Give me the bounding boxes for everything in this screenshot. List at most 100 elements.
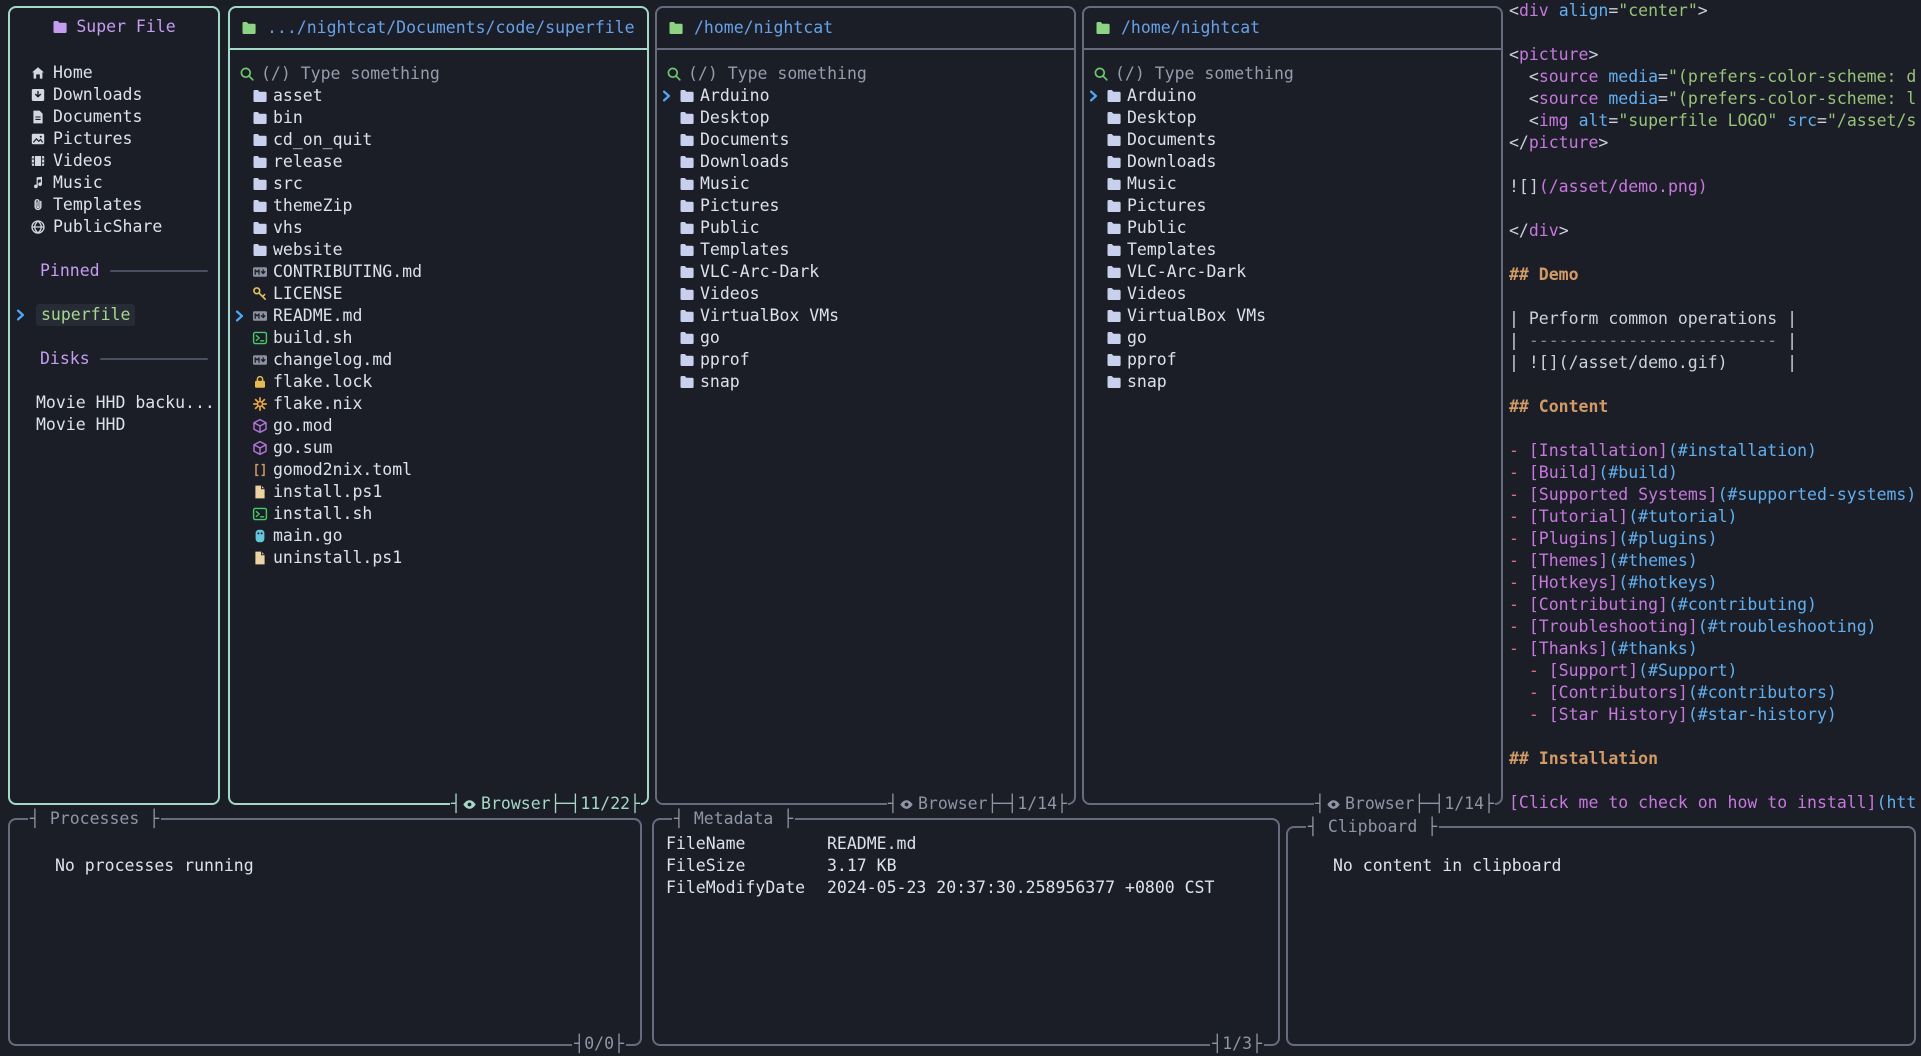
folder-icon bbox=[668, 20, 684, 36]
file-row-Public[interactable]: Public bbox=[657, 217, 1074, 239]
file-row-Videos[interactable]: Videos bbox=[1084, 283, 1501, 305]
file-name: Arduino bbox=[700, 85, 770, 107]
file-row-Documents[interactable]: Documents bbox=[1084, 129, 1501, 151]
disk-item[interactable]: Movie HHD backu... bbox=[10, 392, 218, 414]
file-row-Desktop[interactable]: Desktop bbox=[1084, 107, 1501, 129]
preview-line: <source media="(prefers-color-scheme: l bbox=[1509, 88, 1921, 110]
sidebar-item-home[interactable]: Home bbox=[10, 62, 218, 84]
file-row-Templates[interactable]: Templates bbox=[1084, 239, 1501, 261]
file-row-go[interactable]: go bbox=[657, 327, 1074, 349]
search-input[interactable]: (/) Type something bbox=[1093, 63, 1493, 85]
file-row-install.ps1[interactable]: install.ps1 bbox=[230, 481, 647, 503]
file-row-main.go[interactable]: main.go bbox=[230, 525, 647, 547]
section-divider bbox=[100, 358, 208, 360]
sidebar-item-label: Home bbox=[53, 62, 93, 84]
file-row-Documents[interactable]: Documents bbox=[657, 129, 1074, 151]
file-row-bin[interactable]: bin bbox=[230, 107, 647, 129]
file-panel-2: /home/nightcat(/) Type somethingArduinoD… bbox=[655, 6, 1076, 805]
file-row-LICENSE[interactable]: LICENSE bbox=[230, 283, 647, 305]
file-row-build.sh[interactable]: build.sh bbox=[230, 327, 647, 349]
file-row-Templates[interactable]: Templates bbox=[657, 239, 1074, 261]
sidebar-item-templates[interactable]: Templates bbox=[10, 194, 218, 216]
file-row-go.sum[interactable]: go.sum bbox=[230, 437, 647, 459]
sidebar-item-music[interactable]: Music bbox=[10, 172, 218, 194]
file-name: Music bbox=[1127, 173, 1177, 195]
file-name: VLC-Arc-Dark bbox=[700, 261, 819, 283]
file-row-asset[interactable]: asset bbox=[230, 85, 647, 107]
publicshare-icon bbox=[30, 219, 46, 235]
folder-icon bbox=[1106, 308, 1122, 324]
preview-line: | ![](/asset/demo.gif) | bbox=[1509, 352, 1921, 374]
search-placeholder: (/) Type something bbox=[261, 63, 440, 85]
preview-line: - [Themes](#themes) bbox=[1509, 550, 1921, 572]
preview-line: ## Installation bbox=[1509, 748, 1921, 770]
sidebar-item-documents[interactable]: Documents bbox=[10, 106, 218, 128]
search-placeholder: (/) Type something bbox=[688, 63, 867, 85]
panel-counter: 1/14 bbox=[1444, 793, 1484, 815]
file-row-Pictures[interactable]: Pictures bbox=[657, 195, 1074, 217]
file-row-flake.nix[interactable]: flake.nix bbox=[230, 393, 647, 415]
file-row-Desktop[interactable]: Desktop bbox=[657, 107, 1074, 129]
folder-icon bbox=[1106, 132, 1122, 148]
file-row-Music[interactable]: Music bbox=[1084, 173, 1501, 195]
file-row-CONTRIBUTING.md[interactable]: CONTRIBUTING.md bbox=[230, 261, 647, 283]
preview-line: ## Content bbox=[1509, 396, 1921, 418]
file-name: Pictures bbox=[1127, 195, 1206, 217]
gopkg-icon bbox=[252, 418, 268, 434]
panel-path: .../nightcat/Documents/code/superfile bbox=[267, 17, 635, 39]
file-row-Videos[interactable]: Videos bbox=[657, 283, 1074, 305]
file-row-Arduino[interactable]: Arduino bbox=[657, 85, 1074, 107]
file-row-VLC-Arc-Dark[interactable]: VLC-Arc-Dark bbox=[1084, 261, 1501, 283]
file-row-Pictures[interactable]: Pictures bbox=[1084, 195, 1501, 217]
file-name: uninstall.ps1 bbox=[273, 547, 402, 569]
file-row-changelog.md[interactable]: changelog.md bbox=[230, 349, 647, 371]
file-row-snap[interactable]: snap bbox=[657, 371, 1074, 393]
file-name: main.go bbox=[273, 525, 343, 547]
file-row-VirtualBox VMs[interactable]: VirtualBox VMs bbox=[1084, 305, 1501, 327]
file-panel-1: .../nightcat/Documents/code/superfile (/)… bbox=[228, 6, 649, 805]
preview-line: <img alt="superfile LOGO" src="/asset/s bbox=[1509, 110, 1921, 132]
folder-icon bbox=[1106, 352, 1122, 368]
file-row-Arduino[interactable]: Arduino bbox=[1084, 85, 1501, 107]
file-row-install.sh[interactable]: install.sh bbox=[230, 503, 647, 525]
file-row-cd_on_quit[interactable]: cd_on_quit bbox=[230, 129, 647, 151]
file-row-Public[interactable]: Public bbox=[1084, 217, 1501, 239]
sidebar-item-downloads[interactable]: Downloads bbox=[10, 84, 218, 106]
file-row-pprof[interactable]: pprof bbox=[657, 349, 1074, 371]
file-row-flake.lock[interactable]: flake.lock bbox=[230, 371, 647, 393]
file-row-README.md[interactable]: README.md bbox=[230, 305, 647, 327]
music-icon bbox=[30, 175, 46, 191]
folder-icon bbox=[1106, 220, 1122, 236]
file-name: src bbox=[273, 173, 303, 195]
file-row-Downloads[interactable]: Downloads bbox=[1084, 151, 1501, 173]
pinned-item-superfile[interactable]: superfile bbox=[10, 304, 218, 326]
folder-icon bbox=[252, 110, 268, 126]
preview-line: - [Contributing](#contributing) bbox=[1509, 594, 1921, 616]
search-input[interactable]: (/) Type something bbox=[666, 63, 1066, 85]
file-row-VirtualBox VMs[interactable]: VirtualBox VMs bbox=[657, 305, 1074, 327]
sidebar-item-videos[interactable]: Videos bbox=[10, 150, 218, 172]
markdown-icon bbox=[252, 264, 268, 280]
file-row-pprof[interactable]: pprof bbox=[1084, 349, 1501, 371]
file-row-go[interactable]: go bbox=[1084, 327, 1501, 349]
sidebar-item-pictures[interactable]: Pictures bbox=[10, 128, 218, 150]
file-row-vhs[interactable]: vhs bbox=[230, 217, 647, 239]
file-row-Music[interactable]: Music bbox=[657, 173, 1074, 195]
file-row-gomod2nix.toml[interactable]: gomod2nix.toml bbox=[230, 459, 647, 481]
file-row-go.mod[interactable]: go.mod bbox=[230, 415, 647, 437]
search-input[interactable]: (/) Type something bbox=[239, 63, 639, 85]
file-row-themeZip[interactable]: themeZip bbox=[230, 195, 647, 217]
disk-item[interactable]: Movie HHD bbox=[10, 414, 218, 436]
file-row-src[interactable]: src bbox=[230, 173, 647, 195]
sidebar-item-publicshare[interactable]: PublicShare bbox=[10, 216, 218, 238]
file-row-VLC-Arc-Dark[interactable]: VLC-Arc-Dark bbox=[657, 261, 1074, 283]
file-name: pprof bbox=[700, 349, 750, 371]
file-row-snap[interactable]: snap bbox=[1084, 371, 1501, 393]
preview-line: - [Star History](#star-history) bbox=[1509, 704, 1921, 726]
preview-line: - [Tutorial](#tutorial) bbox=[1509, 506, 1921, 528]
file-row-release[interactable]: release bbox=[230, 151, 647, 173]
file-row-uninstall.ps1[interactable]: uninstall.ps1 bbox=[230, 547, 647, 569]
folder-icon bbox=[252, 198, 268, 214]
file-row-website[interactable]: website bbox=[230, 239, 647, 261]
file-row-Downloads[interactable]: Downloads bbox=[657, 151, 1074, 173]
